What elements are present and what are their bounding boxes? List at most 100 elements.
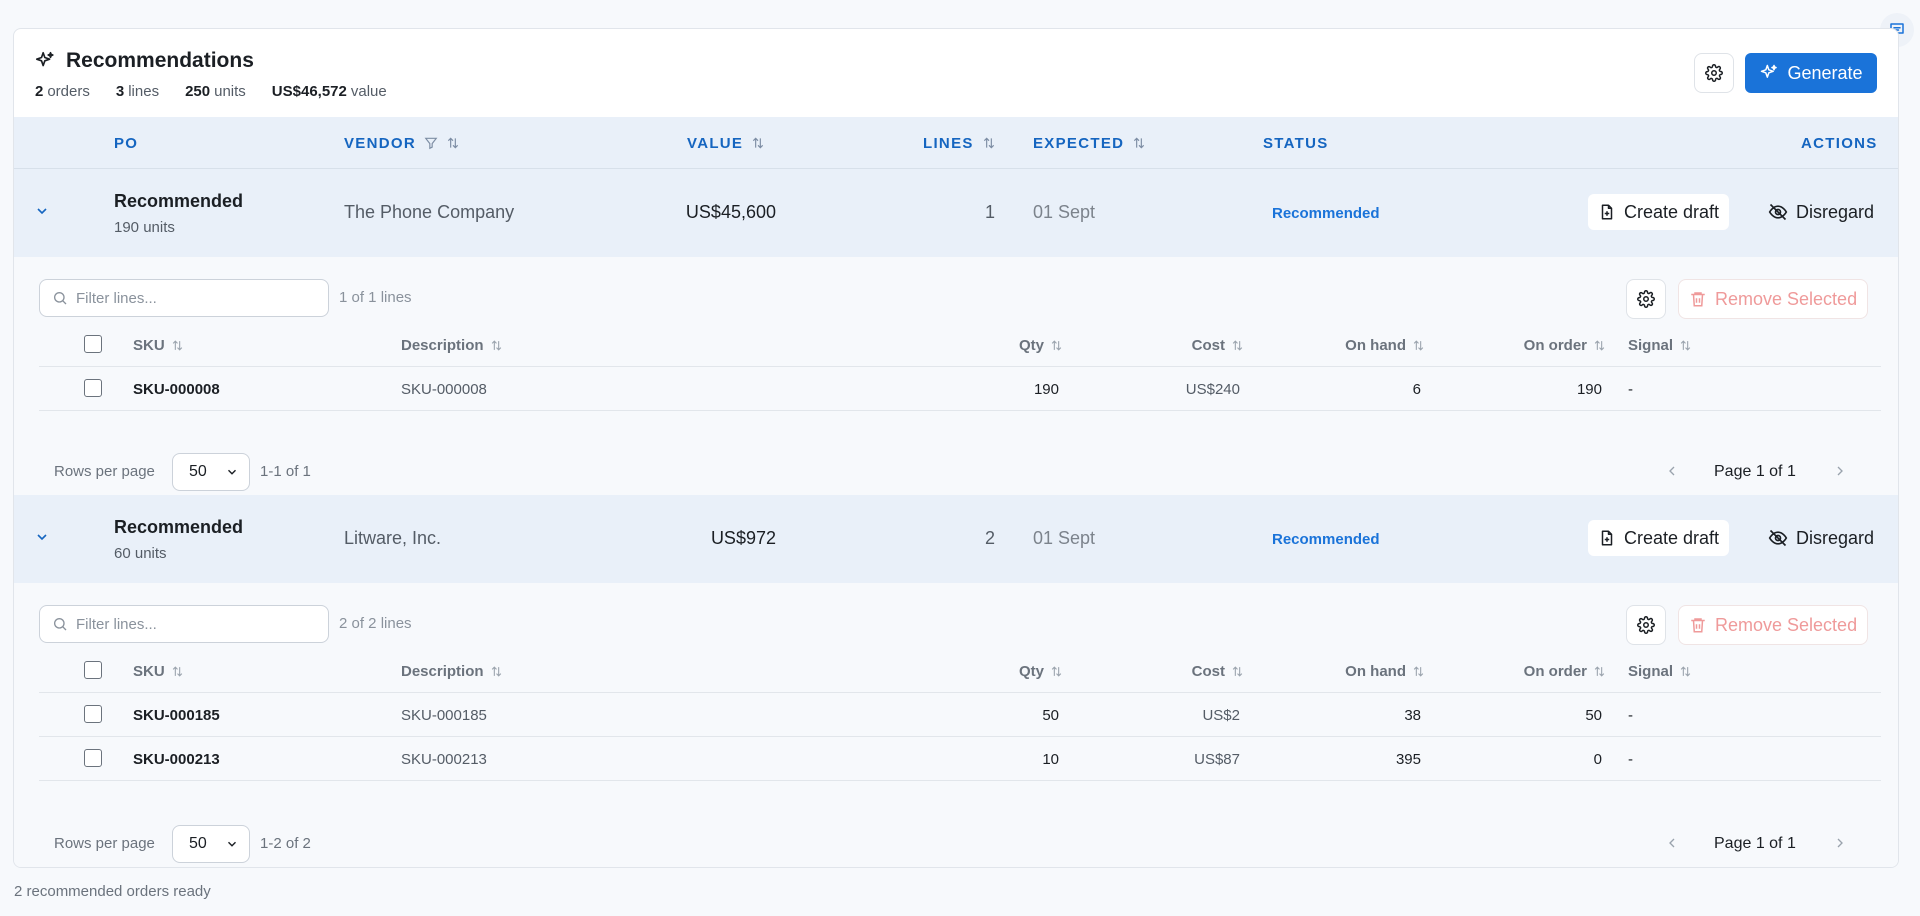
row-checkbox[interactable] (84, 705, 102, 723)
rows-per-page-select[interactable]: 50 (172, 825, 250, 863)
column-value[interactable]: VALUE (687, 117, 765, 169)
rows-per-page-label: Rows per page (54, 463, 155, 480)
next-page-button[interactable] (1832, 835, 1848, 856)
next-page-button[interactable] (1832, 463, 1848, 484)
column-lines[interactable]: LINES (923, 117, 996, 169)
generate-button[interactable]: Generate (1745, 53, 1877, 93)
sparkles-icon (35, 51, 54, 67)
sort-icon[interactable] (1412, 665, 1425, 678)
po-units: 60 units (114, 545, 167, 562)
prev-page-button[interactable] (1664, 463, 1680, 484)
sort-icon[interactable] (1412, 339, 1425, 352)
chevron-left-icon (1669, 466, 1675, 476)
chevron-down-icon[interactable] (34, 529, 50, 550)
sort-icon[interactable] (171, 665, 184, 678)
lines-settings-button[interactable] (1626, 605, 1666, 645)
sub-col-signal[interactable]: Signal (1628, 323, 1692, 367)
sort-icon[interactable] (1050, 339, 1063, 352)
value-stat: US$46,572 value (271, 83, 387, 100)
table-row[interactable]: SKU-000185 SKU-000185 50 US$2 38 50 - (39, 693, 1881, 737)
sub-col-on-hand[interactable]: On hand (1345, 649, 1425, 693)
lines-settings-button[interactable] (1626, 279, 1666, 319)
sort-icon[interactable] (1679, 339, 1692, 352)
sub-col-cost[interactable]: Cost (1192, 649, 1244, 693)
row-checkbox[interactable] (84, 749, 102, 767)
column-po[interactable]: PO (114, 117, 138, 169)
rows-per-page-select[interactable]: 50 (172, 453, 250, 491)
column-expected[interactable]: EXPECTED (1033, 117, 1146, 169)
select-all-checkbox[interactable] (84, 661, 102, 679)
signal-cell: - (1628, 706, 1633, 724)
sub-col-description[interactable]: Description (401, 323, 503, 367)
create-draft-button[interactable]: Create draft (1588, 194, 1730, 230)
create-draft-button[interactable]: Create draft (1588, 520, 1730, 556)
po-status: Recommended (114, 517, 244, 537)
sub-col-on-hand[interactable]: On hand (1345, 323, 1425, 367)
sub-col-sku[interactable]: SKU (133, 649, 184, 693)
page-indicator: Page 1 of 1 (1714, 835, 1796, 852)
sort-icon[interactable] (1132, 136, 1146, 150)
sub-col-sku[interactable]: SKU (133, 323, 184, 367)
line-count: 2 of 2 lines (339, 615, 412, 632)
cost-cell: US$2 (1202, 706, 1240, 724)
on-order-cell: 50 (1585, 706, 1602, 724)
create-draft-label: Create draft (1624, 527, 1720, 548)
sub-col-description[interactable]: Description (401, 649, 503, 693)
sub-col-cost[interactable]: Cost (1192, 323, 1244, 367)
sort-icon[interactable] (1593, 665, 1606, 678)
filter-icon[interactable] (424, 136, 438, 150)
lines-stat: 3 lines (115, 83, 160, 100)
sub-col-description-label: Description (401, 336, 484, 354)
table-row[interactable]: SKU-000213 SKU-000213 10 US$87 395 0 - (39, 737, 1881, 781)
line-count: 1 of 1 lines (339, 289, 412, 306)
sort-icon[interactable] (751, 136, 765, 150)
sort-icon[interactable] (982, 136, 996, 150)
sub-col-on-order[interactable]: On order (1524, 649, 1606, 693)
sort-icon[interactable] (1231, 339, 1244, 352)
table-row[interactable]: SKU-000008 SKU-000008 190 US$240 6 190 - (39, 367, 1881, 411)
disregard-button[interactable]: Disregard (1758, 520, 1884, 556)
status-badge: Recommended (1272, 531, 1380, 548)
chevron-left-icon (1669, 838, 1675, 848)
on-hand-cell: 38 (1404, 706, 1421, 724)
filter-lines-input[interactable]: Filter lines... (39, 279, 329, 317)
sort-icon[interactable] (490, 665, 503, 678)
sub-col-signal[interactable]: Signal (1628, 649, 1692, 693)
sort-icon[interactable] (1679, 665, 1692, 678)
sub-col-qty[interactable]: Qty (1019, 649, 1063, 693)
sort-icon[interactable] (446, 136, 460, 150)
sub-col-qty-label: Qty (1018, 662, 1044, 680)
disregard-button[interactable]: Disregard (1758, 194, 1884, 230)
column-vendor[interactable]: VENDOR (344, 117, 460, 169)
filter-lines-input[interactable]: Filter lines... (39, 605, 329, 643)
column-status-label: STATUS (1263, 134, 1329, 152)
eye-off-icon (1768, 203, 1788, 221)
column-actions-label: ACTIONS (1801, 134, 1878, 152)
disregard-label: Disregard (1796, 201, 1875, 222)
on-order-cell: 0 (1593, 750, 1602, 768)
order-lines-panel: Filter lines... 1 of 1 lines Remove Sele… (14, 257, 1898, 495)
select-all-checkbox[interactable] (84, 335, 102, 353)
prev-page-button[interactable] (1664, 835, 1680, 856)
sort-icon[interactable] (171, 339, 184, 352)
order-row[interactable]: Recommended 190 units The Phone Company … (14, 169, 1898, 257)
sort-icon[interactable] (1050, 665, 1063, 678)
sort-icon[interactable] (1593, 339, 1606, 352)
settings-button[interactable] (1694, 53, 1734, 93)
cost-cell: US$240 (1185, 380, 1240, 398)
qty-cell: 50 (1042, 706, 1059, 724)
sub-col-qty[interactable]: Qty (1019, 323, 1063, 367)
sort-icon[interactable] (1231, 665, 1244, 678)
order-expected: 01 Sept (1033, 528, 1096, 548)
order-lines: 1 (984, 202, 995, 222)
order-row[interactable]: Recommended 60 units Litware, Inc. US$97… (14, 495, 1898, 583)
on-order-cell: 190 (1576, 380, 1602, 398)
vendor-name: The Phone Company (344, 202, 515, 222)
sub-col-on-order[interactable]: On order (1524, 323, 1606, 367)
sort-icon[interactable] (490, 339, 503, 352)
remove-selected-button[interactable]: Remove Selected (1678, 279, 1869, 319)
chevron-down-icon[interactable] (34, 203, 50, 224)
sub-col-on-order-label: On order (1523, 662, 1587, 680)
row-checkbox[interactable] (84, 379, 102, 397)
remove-selected-button[interactable]: Remove Selected (1678, 605, 1869, 645)
